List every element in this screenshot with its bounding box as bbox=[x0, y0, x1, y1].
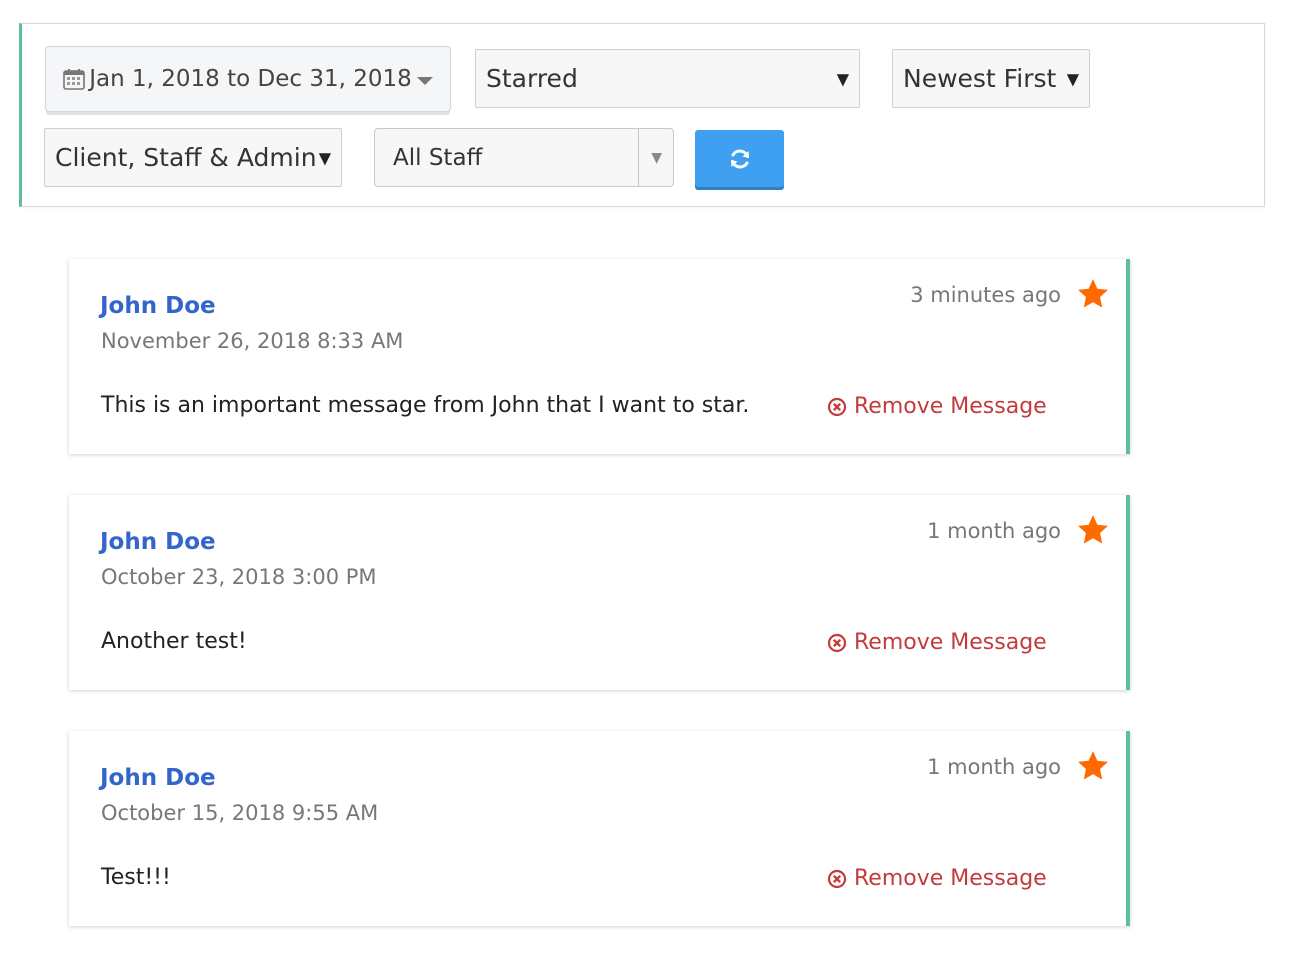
remove-circle-icon bbox=[827, 869, 847, 888]
remove-message-label: Remove Message bbox=[854, 394, 1047, 419]
caret-down-icon bbox=[416, 76, 433, 85]
remove-message-label: Remove Message bbox=[854, 630, 1047, 655]
sort-order-value: Newest First bbox=[903, 64, 1057, 93]
message-date: October 15, 2018 9:55 AM bbox=[101, 801, 379, 825]
message-author[interactable]: John Doe bbox=[100, 293, 216, 319]
star-filter-value: Starred bbox=[486, 64, 578, 93]
message-relative-time: 1 month ago bbox=[927, 755, 1061, 779]
staff-select[interactable]: All Staff ▼ bbox=[374, 128, 674, 187]
star-icon[interactable] bbox=[1076, 749, 1110, 783]
remove-message-label: Remove Message bbox=[854, 866, 1047, 891]
message-author[interactable]: John Doe bbox=[100, 765, 216, 791]
calendar-icon bbox=[63, 68, 86, 90]
remove-message-button[interactable]: Remove Message bbox=[827, 866, 1047, 891]
star-icon[interactable] bbox=[1076, 513, 1110, 547]
remove-circle-icon bbox=[827, 397, 847, 416]
message-card: John Doe November 26, 2018 8:33 AM This … bbox=[69, 259, 1130, 454]
remove-circle-icon bbox=[827, 633, 847, 652]
refresh-icon bbox=[730, 149, 749, 168]
message-date: October 23, 2018 3:00 PM bbox=[101, 565, 377, 589]
dropdown-caret-icon: ▼ bbox=[651, 149, 662, 166]
message-date: November 26, 2018 8:33 AM bbox=[101, 329, 404, 353]
staff-value: All Staff bbox=[393, 144, 483, 171]
dropdown-caret-icon: ▼ bbox=[836, 69, 849, 88]
date-range-label: Jan 1, 2018 to Dec 31, 2018 bbox=[89, 66, 412, 92]
refresh-button[interactable] bbox=[695, 130, 784, 187]
message-body: Test!!! bbox=[101, 865, 171, 890]
remove-message-button[interactable]: Remove Message bbox=[827, 394, 1047, 419]
message-card: John Doe October 23, 2018 3:00 PM Anothe… bbox=[69, 495, 1130, 690]
message-card: John Doe October 15, 2018 9:55 AM Test!!… bbox=[69, 731, 1130, 926]
message-body: This is an important message from John t… bbox=[101, 393, 750, 418]
date-range-picker[interactable]: Jan 1, 2018 to Dec 31, 2018 bbox=[45, 46, 451, 112]
message-relative-time: 3 minutes ago bbox=[910, 283, 1061, 307]
message-body: Another test! bbox=[101, 629, 247, 654]
dropdown-caret-icon: ▼ bbox=[318, 148, 331, 167]
dropdown-caret-icon: ▼ bbox=[1066, 69, 1079, 88]
audience-value: Client, Staff & Admin bbox=[55, 143, 317, 172]
star-icon[interactable] bbox=[1076, 277, 1110, 311]
star-filter-select[interactable]: Starred ▼ bbox=[475, 49, 860, 108]
message-author[interactable]: John Doe bbox=[100, 529, 216, 555]
sort-order-select[interactable]: Newest First ▼ bbox=[892, 49, 1090, 108]
audience-select[interactable]: Client, Staff & Admin ▼ bbox=[44, 128, 342, 187]
filter-panel: Jan 1, 2018 to Dec 31, 2018 Starred ▼ Ne… bbox=[19, 23, 1265, 207]
message-relative-time: 1 month ago bbox=[927, 519, 1061, 543]
remove-message-button[interactable]: Remove Message bbox=[827, 630, 1047, 655]
select-divider bbox=[638, 129, 639, 186]
